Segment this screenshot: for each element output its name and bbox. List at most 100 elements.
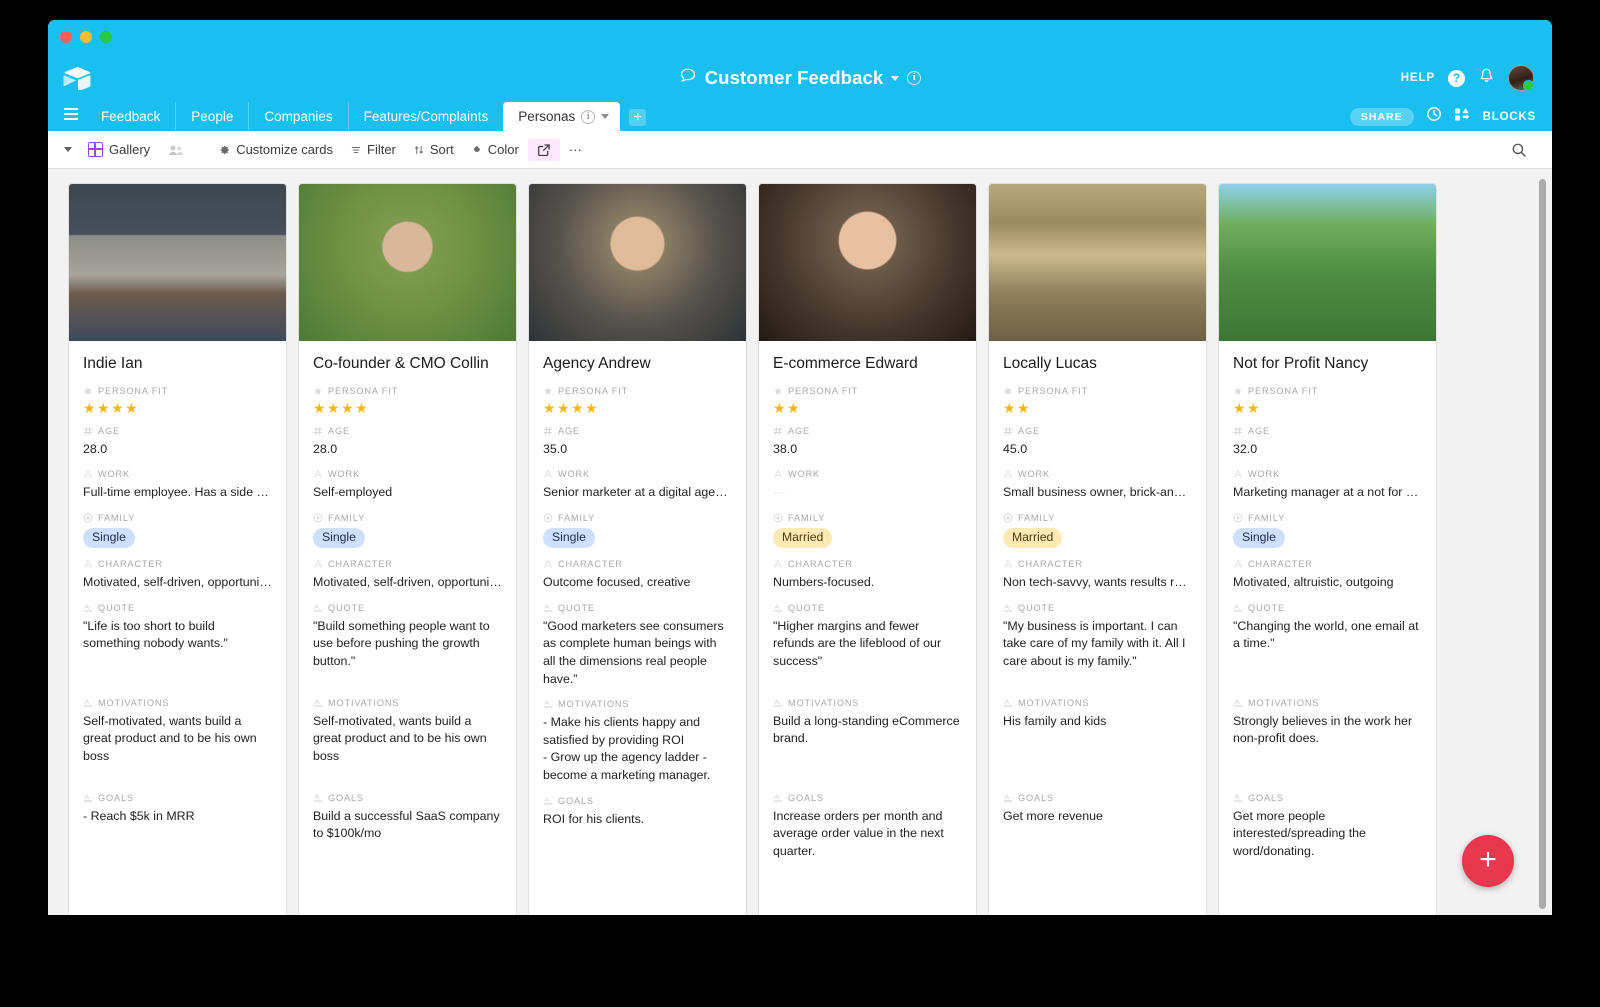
field-age: AGE 28.0 xyxy=(83,426,272,459)
field-label-family: FAMILY xyxy=(1003,513,1192,523)
view-name-gallery[interactable]: Gallery xyxy=(79,138,159,161)
share-view-button[interactable] xyxy=(527,138,560,161)
gallery-card[interactable]: Locally Lucas PERSONA FIT ★★ AGE 45.0 WORK Sma… xyxy=(988,183,1207,915)
quote-value: "Life is too short to build something no… xyxy=(83,618,228,651)
tab-chevron-down-icon[interactable] xyxy=(601,114,610,119)
tab-info-icon[interactable]: i xyxy=(581,109,596,124)
tab-feedback[interactable]: Feedback xyxy=(86,102,175,131)
text-icon xyxy=(544,560,552,568)
quote-value: "Changing the world, one email at a time… xyxy=(1233,618,1419,651)
field-label-character: CHARACTER xyxy=(1233,559,1422,569)
tab-people[interactable]: People xyxy=(175,102,248,131)
field-quote: QUOTE "Build something people want to use… xyxy=(313,603,502,687)
motivations-value: Strongly believes in the work her non-pr… xyxy=(1233,713,1413,746)
star-icon xyxy=(84,386,92,395)
photo-cowboy-grocer xyxy=(989,184,1206,341)
tab-personas[interactable]: Personas i xyxy=(503,102,621,131)
view-sidebar-chevron-icon[interactable] xyxy=(64,147,72,152)
field-persona-fit: PERSONA FIT ★★★★ xyxy=(543,386,732,415)
field-age: AGE 35.0 xyxy=(543,426,732,459)
sort-button[interactable]: Sort xyxy=(405,138,463,161)
filter-label: Filter xyxy=(367,142,396,157)
field-motivations: MOTIVATIONS Self-motivated, wants build a… xyxy=(83,698,272,782)
gallery-scrollbar-thumb[interactable] xyxy=(1539,179,1546,909)
collaborators-icon[interactable] xyxy=(159,140,193,160)
persona-fit-rating[interactable]: ★★ xyxy=(1003,401,1192,415)
persona-fit-rating[interactable]: ★★★★ xyxy=(313,401,502,415)
bell-icon[interactable] xyxy=(1478,67,1495,90)
clock-history-icon[interactable] xyxy=(1426,106,1442,127)
blocks-icon[interactable] xyxy=(1454,107,1471,127)
field-family: FAMILY Married xyxy=(1003,513,1192,549)
field-label-motivations: MOTIVATIONS xyxy=(1003,698,1192,708)
field-label-persona-fit: PERSONA FIT xyxy=(1233,386,1422,396)
gallery-card[interactable]: Not for Profit Nancy PERSONA FIT ★★ AGE 32.0… xyxy=(1218,183,1437,915)
color-button[interactable]: Color xyxy=(463,138,528,161)
maximize-window-button[interactable] xyxy=(100,31,112,43)
share-button[interactable]: SHARE xyxy=(1349,107,1414,126)
brand-bar: Customer Feedback i HELP ? xyxy=(48,54,1552,102)
table-tab-bar: Feedback People Companies Features/Compl… xyxy=(48,102,1552,131)
persona-fit-rating[interactable]: ★★★★ xyxy=(543,401,732,415)
text-icon xyxy=(84,560,92,568)
persona-fit-rating[interactable]: ★★★★ xyxy=(83,401,272,415)
field-label-goals: GOALS xyxy=(773,793,962,803)
title-chevron-down-icon[interactable] xyxy=(891,75,900,81)
field-goals: GOALS Build a successful SaaS company to … xyxy=(313,793,502,843)
info-icon[interactable]: i xyxy=(907,71,922,85)
gallery-card[interactable]: Co-founder & CMO Collin PERSONA FIT ★★★★ AG… xyxy=(298,183,517,915)
goals-value: Increase orders per month and average or… xyxy=(773,808,944,858)
field-label-quote: QUOTE xyxy=(313,603,502,613)
quote-value: "Good marketers see consumers as complet… xyxy=(543,618,724,686)
long-text-icon xyxy=(773,698,783,707)
field-label-motivations: MOTIVATIONS xyxy=(313,698,502,708)
field-label-persona-fit: PERSONA FIT xyxy=(1003,386,1192,396)
blocks-label[interactable]: BLOCKS xyxy=(1483,111,1536,123)
persona-fit-rating[interactable]: ★★ xyxy=(1233,401,1422,415)
gallery-card[interactable]: Indie Ian PERSONA FIT ★★★★ AGE 28.0 WORK Full-… xyxy=(68,183,287,915)
page-title[interactable]: Customer Feedback xyxy=(705,67,884,89)
field-label-persona-fit: PERSONA FIT xyxy=(773,386,962,396)
card-title: Co-founder & CMO Collin xyxy=(313,355,489,372)
number-icon xyxy=(1233,426,1243,435)
question-mark-icon[interactable]: ? xyxy=(1448,69,1465,87)
motivations-value: Build a long-standing eCommerce brand. xyxy=(773,713,960,746)
work-value: Marketing manager at a not for p… xyxy=(1233,485,1422,500)
field-label-family: FAMILY xyxy=(83,513,272,523)
gallery-view[interactable]: Indie Ian PERSONA FIT ★★★★ AGE 28.0 WORK Full-… xyxy=(48,169,1552,915)
hamburger-menu-icon[interactable] xyxy=(56,102,86,131)
add-table-button[interactable]: + xyxy=(629,109,647,126)
persona-fit-rating[interactable]: ★★ xyxy=(773,401,962,415)
more-options-button[interactable]: ··· xyxy=(560,138,591,161)
close-window-button[interactable] xyxy=(60,31,72,43)
customize-cards-button[interactable]: Customize cards xyxy=(211,138,342,161)
field-work: WORK Marketing manager at a not for p… xyxy=(1233,469,1422,502)
motivations-value: Self-motivated, wants build a great prod… xyxy=(83,713,257,763)
motivations-value: - Make his clients happy and satisfied b… xyxy=(543,715,711,782)
add-record-button[interactable]: + xyxy=(1462,835,1514,887)
airtable-logo-icon[interactable] xyxy=(62,63,92,93)
sort-label: Sort xyxy=(429,142,454,157)
field-goals: GOALS ROI for his clients. xyxy=(543,796,732,829)
avatar[interactable] xyxy=(1508,65,1534,91)
field-family: FAMILY Single xyxy=(83,513,272,549)
star-icon xyxy=(1004,386,1012,395)
gallery-card[interactable]: E-commerce Edward PERSONA FIT ★★ AGE 38.0 WOR… xyxy=(758,183,977,915)
gallery-card[interactable]: Agency Andrew PERSONA FIT ★★★★ AGE 35.0 WORK S… xyxy=(528,183,747,915)
search-button[interactable] xyxy=(1502,138,1536,162)
text-icon xyxy=(544,470,552,479)
tab-companies[interactable]: Companies xyxy=(248,102,347,131)
filter-button[interactable]: Filter xyxy=(342,138,405,161)
photo-woman-hedge xyxy=(1219,184,1436,341)
work-value: Senior marketer at a digital agency xyxy=(543,485,732,500)
help-label[interactable]: HELP xyxy=(1401,72,1435,84)
gallery-cards-row: Indie Ian PERSONA FIT ★★★★ AGE 28.0 WORK Full-… xyxy=(68,183,1552,915)
minimize-window-button[interactable] xyxy=(80,31,92,43)
long-text-icon xyxy=(83,793,93,802)
long-text-icon xyxy=(83,603,93,612)
field-persona-fit: PERSONA FIT ★★ xyxy=(1233,386,1422,415)
color-label: Color xyxy=(487,142,519,157)
field-label-persona-fit: PERSONA FIT xyxy=(83,386,272,396)
sort-icon xyxy=(414,145,423,154)
tab-features-complaints[interactable]: Features/Complaints xyxy=(347,102,504,131)
